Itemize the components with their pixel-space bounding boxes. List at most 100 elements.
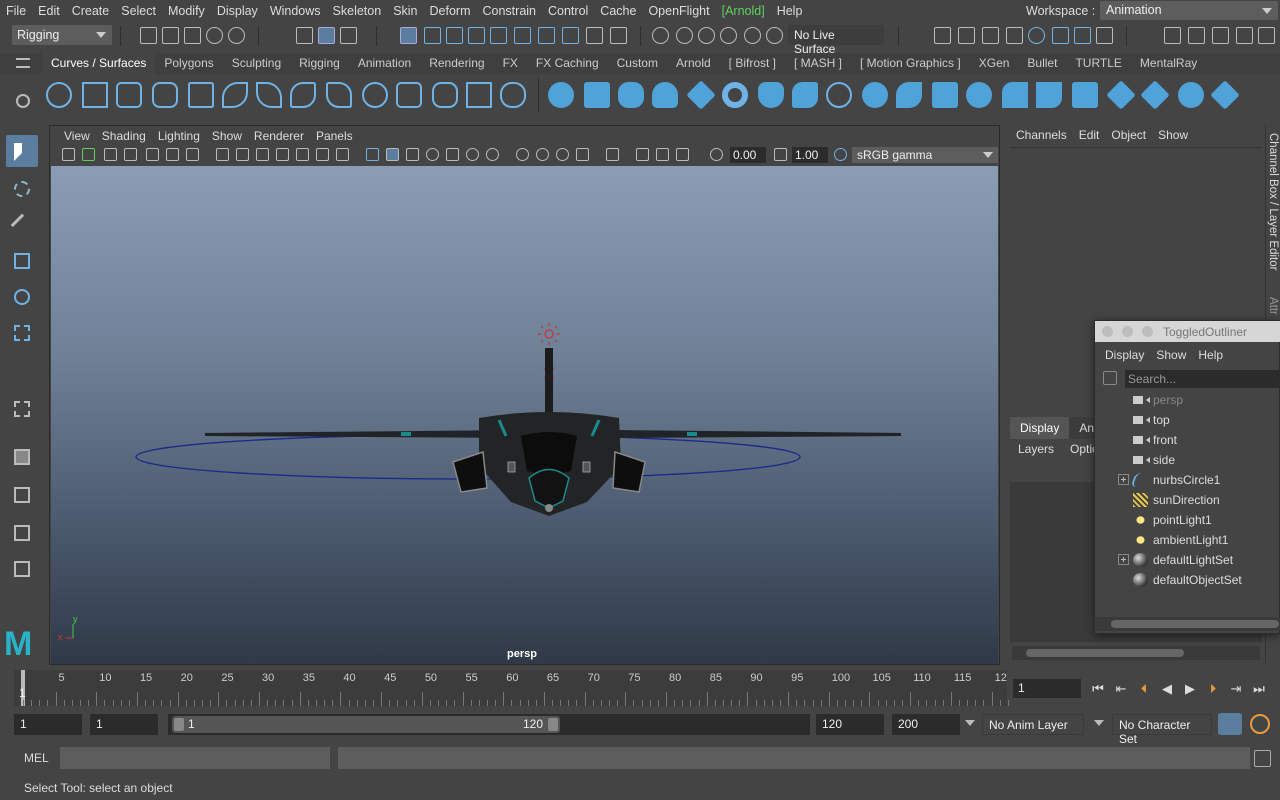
dropdown-arrow-icon[interactable]	[1094, 720, 1104, 726]
auto-key-icon[interactable]	[1218, 713, 1242, 735]
playback-start-field[interactable]: 1	[90, 714, 158, 735]
outliner-item-top[interactable]: top	[1095, 410, 1280, 430]
outliner-item-front[interactable]: front	[1095, 430, 1280, 450]
shelf-tab-fx-caching[interactable]: FX Caching	[527, 53, 608, 74]
pencil-curve-icon[interactable]	[188, 82, 214, 108]
magnet-1-icon[interactable]	[652, 27, 669, 44]
menu-openflight[interactable]: OpenFlight	[642, 4, 715, 18]
hypershade-icon[interactable]	[1006, 27, 1023, 44]
exposure-icon[interactable]	[710, 148, 723, 161]
attribute-editor-tab[interactable]: Attr	[1267, 297, 1279, 315]
close-window-button[interactable]	[1102, 326, 1113, 337]
shelf-tab-mash[interactable]: [ MASH ]	[785, 53, 851, 74]
shelf-tab-arnold[interactable]: Arnold	[667, 53, 720, 74]
dropdown-arrow-icon[interactable]	[965, 720, 975, 726]
select-tool[interactable]	[6, 135, 38, 167]
play-forwards-button[interactable]: ▶	[1182, 681, 1198, 697]
channel-box-menu-channels[interactable]: Channels	[1010, 128, 1073, 142]
channel-box-menu-show[interactable]: Show	[1152, 128, 1194, 142]
command-language-label[interactable]: MEL	[24, 751, 49, 765]
ipr-render-icon[interactable]	[982, 27, 999, 44]
outliner-scrollbar[interactable]	[1095, 617, 1280, 631]
nurbs-circle-icon[interactable]	[46, 82, 72, 108]
snap-grid-icon[interactable]	[400, 27, 417, 44]
minimize-window-button[interactable]	[1122, 326, 1133, 337]
workspace-dropdown[interactable]: Animation	[1100, 1, 1278, 20]
time-slider[interactable]: 1 5 10 15 20 25 30 35 40 45 50 55 60 65 70 75 80 85 90 95 1…	[14, 670, 1009, 706]
menu-create[interactable]: Create	[66, 4, 116, 18]
magnet-2-icon[interactable]	[676, 27, 693, 44]
shelf-settings-icon[interactable]	[16, 94, 30, 108]
range-slider-thumb[interactable]: 1 120	[172, 716, 560, 733]
character-set-dropdown[interactable]: No Character Set	[1112, 714, 1212, 746]
shelf-tab-animation[interactable]: Animation	[349, 53, 420, 74]
shelf-tab-custom[interactable]: Custom	[608, 53, 667, 74]
select-component-icon[interactable]	[340, 27, 357, 44]
outliner-menu-help[interactable]: Help	[1192, 348, 1229, 362]
outliner-item-side[interactable]: side	[1095, 450, 1280, 470]
menu-select[interactable]: Select	[115, 4, 162, 18]
paint-select-tool[interactable]	[6, 209, 38, 241]
camera-select-icon[interactable]	[62, 148, 75, 161]
backface-culling-icon[interactable]	[676, 148, 689, 161]
scale-tool[interactable]	[6, 317, 38, 349]
layer-menu-layers[interactable]: Layers	[1010, 440, 1062, 460]
nurbs-cone-icon[interactable]	[652, 82, 678, 108]
shelf-menu-icon[interactable]	[16, 58, 30, 68]
outliner-item-defaultobjectset[interactable]: defaultObjectSet	[1095, 570, 1280, 590]
shelf-tab-motion-graphics[interactable]: [ Motion Graphics ]	[851, 53, 970, 74]
outliner-item-pointlight1[interactable]: pointLight1	[1095, 510, 1280, 530]
shelf-tab-sculpting[interactable]: Sculpting	[223, 53, 290, 74]
depth-of-field-icon[interactable]	[556, 148, 569, 161]
attribute-editor-toggle-icon[interactable]	[1096, 27, 1113, 44]
menu-edit[interactable]: Edit	[32, 4, 66, 18]
menu-windows[interactable]: Windows	[264, 4, 327, 18]
arnold-render-icon[interactable]	[1028, 27, 1045, 44]
wireframe-shaded-icon[interactable]	[366, 148, 379, 161]
view-transform-dropdown[interactable]: sRGB gamma	[852, 147, 998, 163]
smooth-shade-icon[interactable]	[386, 148, 399, 161]
snap-curve-icon[interactable]	[424, 27, 441, 44]
play-backwards-button[interactable]: ◀	[1159, 681, 1175, 697]
shelf-tab-bifrost[interactable]: [ Bifrost ]	[720, 53, 785, 74]
step-forward-frame-button[interactable]: ⏵	[1205, 681, 1221, 697]
range-end-handle[interactable]	[548, 718, 558, 731]
rebuild-curve-icon[interactable]	[362, 82, 388, 108]
outliner-menu-display[interactable]: Display	[1099, 348, 1150, 362]
viewport-menu-view[interactable]: View	[58, 129, 96, 143]
shelf-tab-rigging[interactable]: Rigging	[290, 53, 349, 74]
render-settings-icon[interactable]	[934, 27, 951, 44]
tool-settings-icon[interactable]	[1164, 27, 1181, 44]
filter-icon[interactable]	[1103, 371, 1117, 385]
viewport-menu-shading[interactable]: Shading	[96, 129, 152, 143]
shelf-tab-polygons[interactable]: Polygons	[155, 53, 222, 74]
select-object-icon[interactable]	[318, 27, 335, 44]
lock-icon[interactable]	[586, 27, 603, 44]
symmetry-icon[interactable]	[610, 27, 627, 44]
nurbs-square-icon[interactable]	[82, 82, 108, 108]
intersect-icon[interactable]	[1072, 82, 1098, 108]
channel-box-tab[interactable]: Channel Box / Layer Editor	[1267, 133, 1279, 270]
boundary-icon[interactable]	[932, 82, 958, 108]
cut-curve-icon[interactable]	[500, 82, 526, 108]
redo-icon[interactable]	[228, 27, 245, 44]
soft-mod-tool[interactable]	[6, 393, 38, 425]
menu-skin[interactable]: Skin	[387, 4, 423, 18]
menu-arnold[interactable]: [Arnold]	[716, 4, 771, 18]
film-gate-icon[interactable]	[216, 148, 229, 161]
step-forward-key-button[interactable]: ⇥	[1228, 681, 1244, 697]
safe-action-icon[interactable]	[296, 148, 309, 161]
expand-icon[interactable]	[1118, 554, 1129, 565]
rotate-tool[interactable]	[6, 281, 38, 313]
xray-icon[interactable]	[606, 148, 619, 161]
image-plane-icon[interactable]	[124, 148, 137, 161]
bevel-icon[interactable]	[1002, 82, 1028, 108]
square-surface-icon[interactable]	[966, 82, 992, 108]
channel-box-menu-object[interactable]: Object	[1105, 128, 1152, 142]
render-view-icon[interactable]	[1052, 27, 1069, 44]
birail-icon[interactable]	[896, 82, 922, 108]
make-live-icon[interactable]	[766, 27, 783, 44]
shelf-tab-curves-surfaces[interactable]: Curves / Surfaces	[42, 53, 156, 74]
nurbs-sphere-icon[interactable]	[548, 82, 574, 108]
default-material-icon[interactable]	[406, 148, 419, 161]
